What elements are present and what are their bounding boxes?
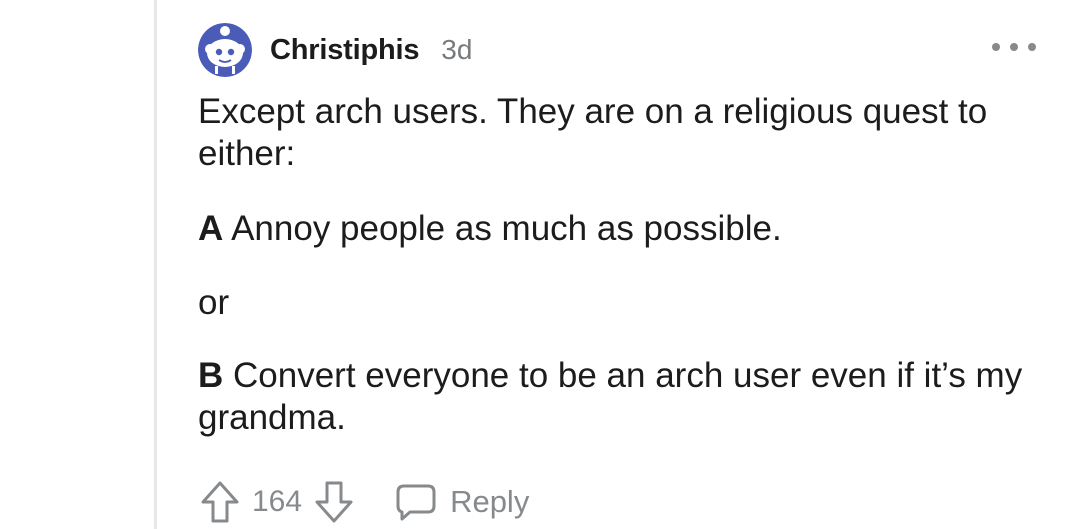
reply-bubble-icon bbox=[396, 484, 436, 521]
option-text: Annoy people as much as possible. bbox=[223, 209, 782, 248]
reply-button[interactable]: Reply bbox=[394, 482, 529, 522]
comment-paragraph-option-b: B Convert everyone to be an arch user ev… bbox=[198, 355, 1048, 439]
comment-header: Christiphis 3d bbox=[198, 22, 472, 78]
comment-paragraph-option-a: A Annoy people as much as possible. bbox=[198, 208, 1048, 250]
downvote-arrow-icon[interactable] bbox=[314, 480, 354, 524]
comment-actions: 164 Reply bbox=[200, 478, 529, 526]
more-options-button[interactable] bbox=[992, 36, 1036, 58]
more-options-icon-dot bbox=[1010, 43, 1018, 51]
comment-page: Christiphis 3d Except arch users. They a… bbox=[0, 0, 1080, 529]
reply-label: Reply bbox=[450, 484, 530, 519]
avatar-icon[interactable] bbox=[198, 23, 252, 77]
option-letter: A bbox=[198, 209, 224, 248]
comment-age: 3d bbox=[441, 34, 473, 65]
option-letter: B bbox=[198, 356, 224, 395]
comment-paragraph: or bbox=[198, 283, 230, 322]
comment: Christiphis 3d Except arch users. They a… bbox=[0, 0, 1080, 529]
comment-paragraph: Except arch users. They are on a religio… bbox=[198, 92, 988, 173]
upvote-arrow-icon[interactable] bbox=[200, 480, 240, 524]
more-options-icon bbox=[992, 43, 1000, 51]
vote-score: 164 bbox=[252, 485, 303, 518]
option-text: Convert everyone to be an arch user even… bbox=[198, 356, 1023, 437]
author-name[interactable]: Christiphis bbox=[270, 34, 419, 67]
more-options-icon-dot bbox=[1028, 43, 1036, 51]
